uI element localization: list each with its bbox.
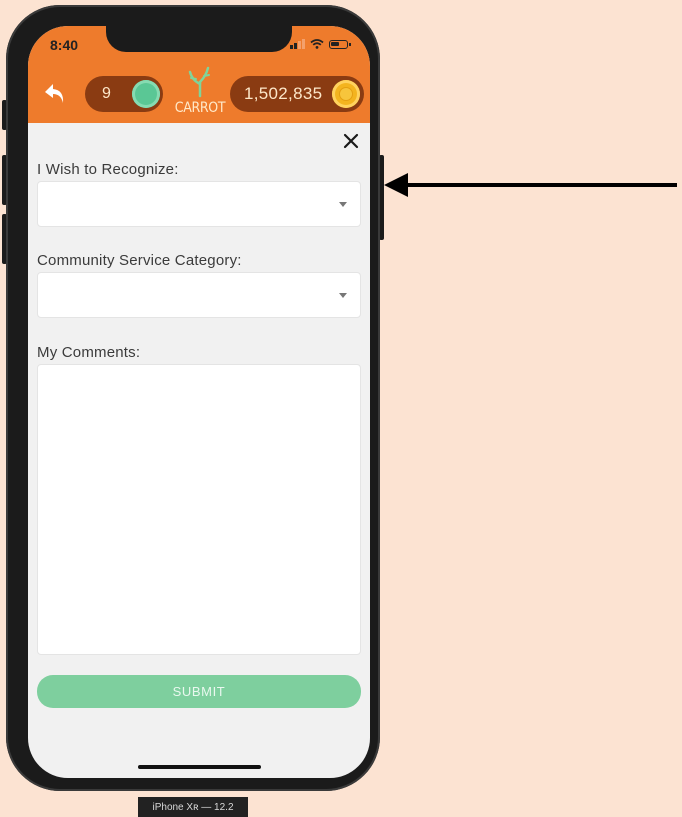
close-icon[interactable] <box>341 131 361 151</box>
home-indicator <box>138 765 261 769</box>
status-icons <box>290 39 351 49</box>
notch <box>106 26 292 52</box>
status-time: 8:40 <box>50 37 79 53</box>
gold-coin-icon <box>332 80 360 108</box>
submit-button[interactable]: SUBMIT <box>37 675 361 708</box>
logo-text: CARROT <box>174 100 226 116</box>
phone-frame: 8:40 9 CARROT 1,502,835 I Wish to Recogn… <box>6 5 380 791</box>
category-select[interactable] <box>37 272 361 318</box>
comments-label: My Comments: <box>37 344 141 361</box>
carrot-logo-icon <box>188 66 210 98</box>
chevron-down-icon <box>339 293 347 298</box>
device-label: iPhone Xʀ — 12.2 <box>138 797 248 817</box>
signal-icon <box>290 39 305 49</box>
carrot-logo: CARROT <box>172 64 228 120</box>
leaf-counter-pill[interactable]: 9 <box>85 76 163 112</box>
arrow-icon <box>384 173 677 197</box>
green-coin-icon <box>132 80 160 108</box>
coin-balance-pill[interactable]: 1,502,835 <box>230 76 364 112</box>
battery-icon <box>329 39 351 49</box>
recognize-select[interactable] <box>37 181 361 227</box>
category-label: Community Service Category: <box>37 252 242 269</box>
comments-textarea[interactable] <box>37 364 361 655</box>
wifi-icon <box>310 39 324 49</box>
app-screen: 8:40 9 CARROT 1,502,835 I Wish to Recogn… <box>28 26 370 778</box>
chevron-down-icon <box>339 202 347 207</box>
recognize-label: I Wish to Recognize: <box>37 161 179 178</box>
back-icon[interactable] <box>42 81 68 107</box>
app-header: 8:40 9 CARROT 1,502,835 <box>28 26 370 123</box>
leaf-counter: 9 <box>102 85 111 102</box>
coin-balance: 1,502,835 <box>244 84 323 103</box>
